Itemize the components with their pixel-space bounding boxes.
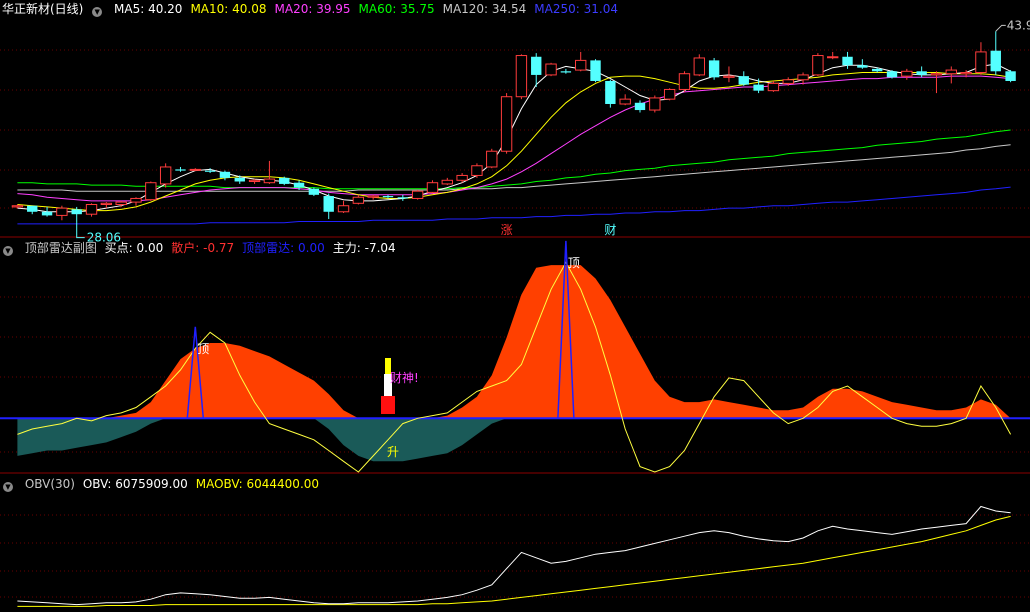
candle-up <box>115 201 127 206</box>
main-force-area <box>17 418 1011 462</box>
candle-up <box>189 168 201 171</box>
candle-up <box>575 59 587 71</box>
candle-up <box>500 96 513 152</box>
candle-down <box>842 56 853 66</box>
candle-down <box>27 205 38 212</box>
candle-up <box>56 207 68 216</box>
candle-down <box>1005 71 1016 81</box>
buy-bar-red <box>381 396 395 414</box>
candle-up <box>812 55 824 76</box>
candle-down <box>531 56 542 75</box>
candle-down <box>605 80 616 104</box>
candle-up <box>960 72 972 75</box>
candle-down <box>175 169 186 171</box>
candle-up <box>545 63 557 76</box>
low-pointer <box>76 222 85 239</box>
candle-up <box>471 165 483 176</box>
candle-up <box>337 205 350 213</box>
candle-up <box>456 174 468 181</box>
candle-up <box>782 79 794 84</box>
marker-zhang: 涨 <box>501 222 513 237</box>
candle-up <box>85 204 98 215</box>
candle-down <box>753 84 764 91</box>
candle-down <box>234 177 245 182</box>
candle-up <box>159 166 172 185</box>
candle-up <box>515 55 528 98</box>
candle-down <box>41 211 53 216</box>
candle-down <box>886 71 898 78</box>
candle-up <box>649 97 661 111</box>
candle-down <box>990 50 1001 72</box>
candle-up <box>11 205 24 208</box>
maobv-line <box>17 515 1011 607</box>
candle-up <box>248 179 261 183</box>
high-price-label: 43.90 <box>1007 18 1030 32</box>
sheng-label: 升 <box>387 445 399 459</box>
candle-up <box>352 196 365 204</box>
candle-up <box>767 82 780 92</box>
candle-up <box>930 73 943 76</box>
candle-down <box>293 182 305 188</box>
candle-down <box>219 171 231 178</box>
candle-up <box>827 56 839 59</box>
candle-down <box>308 188 320 195</box>
low-price-label: 28.06 <box>87 231 121 245</box>
candle-down <box>323 196 334 212</box>
candle-up <box>693 57 705 76</box>
candle-up <box>145 182 157 201</box>
candle-up <box>723 75 735 78</box>
candle-up <box>619 98 631 105</box>
candle-up <box>100 202 113 206</box>
candle-down <box>634 102 646 111</box>
obv-line <box>17 505 1011 606</box>
retail-area <box>17 265 1011 419</box>
candle-down <box>71 209 82 215</box>
candle-down <box>590 60 601 81</box>
candle-up <box>975 51 987 73</box>
candle-down <box>279 177 290 184</box>
candle-down <box>204 170 216 172</box>
stock-chart[interactable]: 43.9028.06涨财顶顶财神!升 <box>0 0 1030 612</box>
candle-up <box>678 73 691 90</box>
candle-up <box>426 182 439 193</box>
candle-up <box>441 179 453 185</box>
top-label: 顶 <box>568 256 580 270</box>
candle-down <box>871 68 883 72</box>
candle-down <box>738 76 749 85</box>
candle-up <box>263 178 276 184</box>
candle-down <box>382 196 394 198</box>
ma5-line <box>17 63 1011 213</box>
ma250-line <box>17 186 1011 225</box>
candle-down <box>708 60 720 78</box>
candle-up <box>901 70 913 77</box>
candle-up <box>797 74 809 81</box>
candle-down <box>857 65 868 68</box>
top-label: 顶 <box>197 342 209 356</box>
candle-down <box>397 197 409 199</box>
candle-up <box>486 150 498 168</box>
candle-up <box>130 197 142 203</box>
high-pointer <box>995 24 1006 32</box>
candle-up <box>411 190 424 199</box>
caishen-label: 财神! <box>390 371 419 385</box>
ma10-line <box>17 72 1011 212</box>
candle-up <box>945 69 957 75</box>
candle-down <box>916 71 927 75</box>
candle-down <box>560 71 572 73</box>
candle-up <box>663 88 676 100</box>
candle-up <box>367 195 379 198</box>
marker-cai: 财 <box>604 223 616 237</box>
